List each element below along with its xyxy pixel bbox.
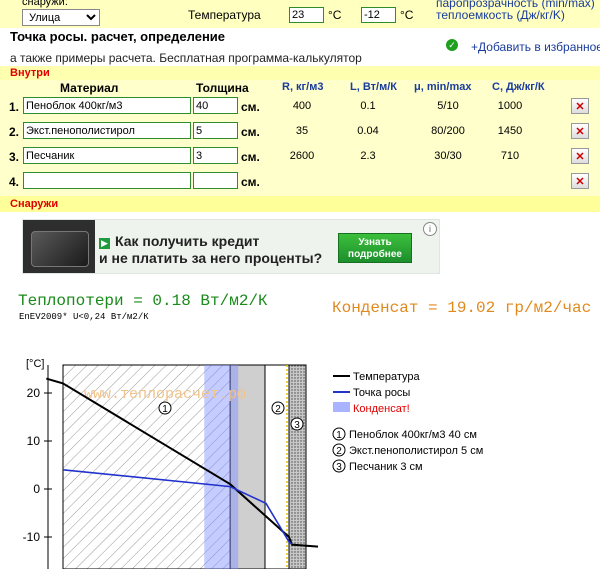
material-input[interactable]: [23, 97, 191, 114]
row-number: 1.: [9, 100, 20, 114]
legend-layer-number: 1: [336, 430, 342, 441]
layer-marker-label: 1: [162, 404, 168, 415]
material-input[interactable]: [23, 172, 191, 189]
row-number: 2.: [9, 125, 20, 139]
unit-label: см.: [241, 125, 260, 139]
col-header-thickness: Толщина: [196, 81, 249, 95]
row-number: 4.: [9, 175, 20, 189]
layer-gap: [264, 364, 290, 569]
legend-layer-text: Экст.пенополистирол 5 см: [349, 445, 483, 457]
density-cell: 35: [295, 125, 309, 137]
heat-capacity-label: теплоемкость (Дж/кг/K): [436, 8, 565, 22]
delete-row-button[interactable]: ✕: [571, 98, 589, 114]
close-icon: ✕: [575, 150, 585, 163]
unit-label: см.: [241, 175, 260, 189]
legend-condensate-swatch: [333, 402, 350, 412]
legend-temperature-label: Температура: [353, 371, 421, 383]
col-header-conductivity: L, Вт/м/К: [350, 81, 397, 93]
ad-line-2: и не платить за него проценты?: [99, 250, 323, 266]
ad-line-1: Как получить кредит: [115, 233, 260, 249]
density-cell: 400: [292, 100, 312, 112]
conductivity-cell: 2.3: [360, 150, 376, 162]
col-header-density: R, кг/м3: [282, 81, 324, 93]
inside-bar: [0, 66, 600, 80]
material-input[interactable]: [23, 122, 191, 139]
temp-outside-input[interactable]: [361, 7, 396, 23]
inside-label: Внутри: [10, 67, 50, 79]
y-tick-label: -10: [23, 530, 41, 544]
condensate-result: Конденсат = 19.02 гр/м2/час: [332, 299, 592, 317]
page-title: Точка росы. расчет, определение: [10, 29, 226, 44]
page-subtitle: а также примеры расчета. Бесплатная прог…: [10, 51, 362, 65]
outside-select[interactable]: Улица: [22, 9, 100, 26]
capacity-cell: 1450: [497, 125, 523, 137]
conductivity-cell: 0.1: [360, 100, 376, 112]
thickness-input[interactable]: [193, 122, 238, 139]
mu-cell: 5/10: [437, 100, 459, 112]
conductivity-cell: 0.04: [357, 125, 379, 137]
row-number: 3.: [9, 150, 20, 164]
legend-layer-number: 2: [336, 446, 342, 457]
info-icon[interactable]: i: [423, 222, 437, 236]
col-header-material: Материал: [60, 81, 119, 95]
add-favorites-link[interactable]: +Добавить в избранное: [471, 40, 600, 54]
learn-more-line-2: подробнее: [348, 249, 402, 260]
y-tick-label: 10: [27, 434, 41, 448]
y-axis-unit: [°C]: [26, 358, 44, 370]
legend-dew-point-label: Точка росы: [353, 387, 410, 399]
layer-marker-label: 2: [275, 404, 281, 415]
heat-loss-result: Теплопотери = 0.18 Вт/м2/К: [18, 292, 268, 310]
ad-banner[interactable]: ▶ Как получить кредит и не платить за не…: [22, 219, 440, 274]
deg-unit-1: °C: [328, 8, 342, 22]
play-icon: ▶: [99, 238, 110, 249]
close-icon: ✕: [575, 125, 585, 138]
unit-label: см.: [241, 150, 260, 164]
learn-more-button[interactable]: Узнать подробнее: [338, 233, 412, 263]
card-shape: [31, 231, 89, 267]
thickness-input[interactable]: [193, 147, 238, 164]
norm-text: EnEV2009* U<0,24 Вт/м2/К: [19, 312, 149, 322]
legend-layer-text: Песчаник 3 см: [349, 461, 423, 473]
delete-row-button[interactable]: ✕: [571, 123, 589, 139]
material-input[interactable]: [23, 147, 191, 164]
outside-bar: [0, 196, 600, 212]
check-icon: ✓: [446, 39, 458, 51]
capacity-cell: 710: [500, 150, 520, 162]
y-tick-label: 0: [33, 482, 40, 496]
mu-cell: 80/200: [431, 125, 465, 137]
legend-condensate-label: Конденсат!: [353, 403, 410, 415]
dew-point-chart: 1 2 3 www.теплорасчет.рф [°C] 20 10 0 -10 Темпе…: [23, 358, 483, 569]
deg-unit-2: °C: [400, 8, 414, 22]
outside-label: Снаружи: [10, 198, 59, 210]
legend-layer-text: Пеноблок 400кг/м3 40 см: [349, 429, 477, 441]
close-icon: ✕: [575, 175, 585, 188]
temp-inside-input[interactable]: [289, 7, 324, 23]
unit-label: см.: [241, 100, 260, 114]
thickness-input[interactable]: [193, 97, 238, 114]
learn-more-line-1: Узнать: [358, 237, 392, 248]
density-cell: 2600: [289, 150, 315, 162]
credit-card-image: [23, 220, 95, 273]
layer-marker-label: 3: [294, 420, 300, 431]
temperature-label: Температура: [188, 8, 261, 22]
outside-label: снаружи:: [22, 0, 68, 8]
y-tick-label: 20: [27, 386, 41, 400]
thickness-input[interactable]: [193, 172, 238, 189]
close-icon: ✕: [575, 100, 585, 113]
legend-layer-number: 3: [336, 462, 342, 473]
layer-3-block: [288, 364, 307, 569]
col-header-capacity: C, Дж/кг/К: [492, 81, 545, 93]
capacity-cell: 1000: [497, 100, 523, 112]
delete-row-button[interactable]: ✕: [571, 173, 589, 189]
mu-cell: 30/30: [434, 150, 462, 162]
col-header-mu: μ, min/max: [414, 81, 472, 93]
delete-row-button[interactable]: ✕: [571, 148, 589, 164]
watermark: www.теплорасчет.рф: [84, 386, 246, 403]
